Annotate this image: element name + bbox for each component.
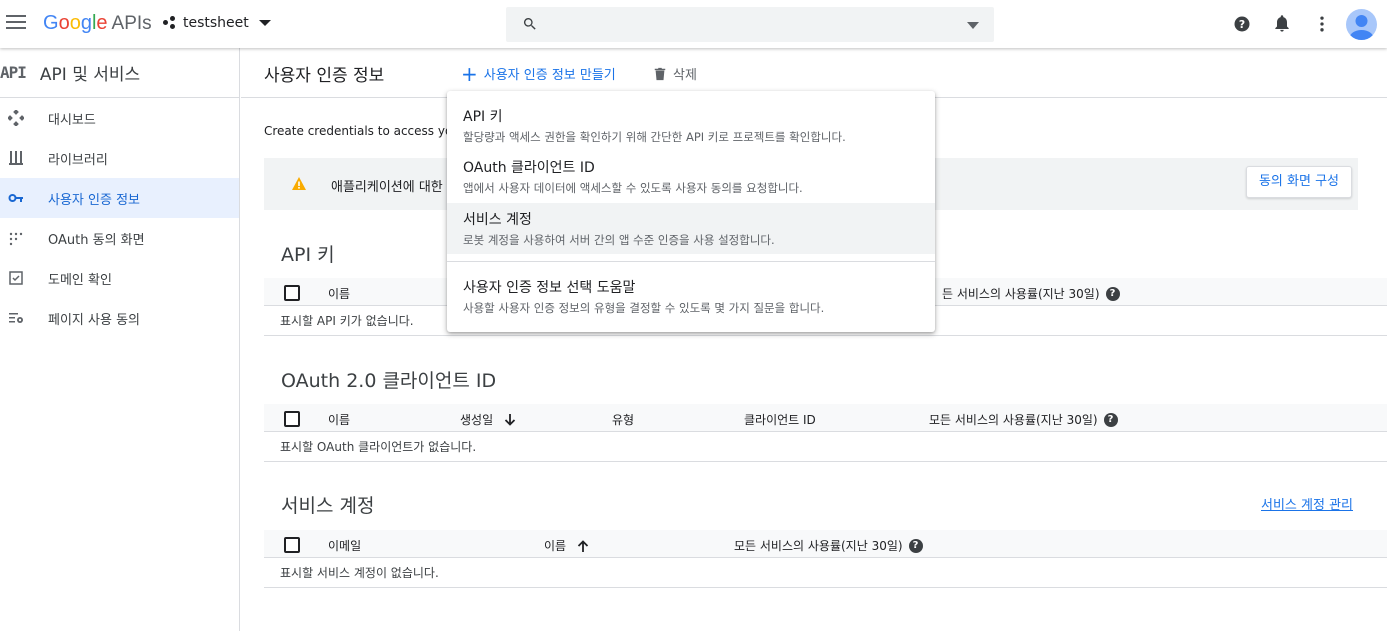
manage-service-accounts-link[interactable]: 서비스 계정 관리	[1261, 494, 1353, 513]
sidebar-title: API 및 서비스	[39, 65, 141, 85]
menu-item-help-me-choose[interactable]: 사용자 인증 정보 선택 도움말 사용할 사용자 인증 정보의 유형을 결정할 …	[447, 271, 935, 327]
domain-check-icon	[8, 270, 24, 286]
avatar[interactable]	[1346, 9, 1377, 40]
create-credentials-menu: API 키 할당량과 액세스 권한을 확인하기 위해 간단한 API 키로 프로…	[447, 91, 935, 332]
more-vert-icon[interactable]	[1312, 14, 1332, 34]
sidebar-item-library[interactable]: 라이브러리	[0, 138, 239, 178]
select-all-checkbox[interactable]	[284, 285, 300, 301]
delete-button[interactable]: 삭제	[653, 64, 697, 83]
google-apis-logo[interactable]: Google APIs	[43, 12, 152, 35]
dashboard-icon	[8, 110, 24, 126]
sidebar: API API 및 서비스 대시보드 라이브러리 사용자 인증 정보 OAuth…	[0, 48, 240, 631]
help-icon[interactable]: ?	[1103, 412, 1118, 427]
delete-label: 삭제	[673, 68, 697, 83]
search-icon	[523, 18, 536, 30]
banner-text: 애플리케이션에 대한	[331, 180, 443, 195]
column-name-label: 이름	[544, 539, 567, 553]
menu-item-desc: 앱에서 사용자 데이터에 액세스할 수 있도록 사용자 동의를 요청합니다.	[463, 181, 803, 195]
library-icon	[8, 150, 24, 166]
search-dropdown-icon[interactable]	[967, 22, 979, 29]
trash-icon	[654, 67, 666, 80]
column-email[interactable]: 이메일	[328, 537, 361, 554]
project-icon	[163, 16, 177, 30]
sidebar-item-label: 도메인 확인	[48, 272, 112, 288]
plus-icon: +	[461, 61, 478, 86]
menu-item-title: OAuth 클라이언트 ID	[463, 160, 595, 176]
key-icon	[8, 190, 24, 206]
arrow-down-icon	[504, 413, 516, 426]
column-usage: 든 서비스의 사용률(지난 30일)?	[942, 285, 1120, 302]
menu-item-oauth-client-id[interactable]: OAuth 클라이언트 ID 앱에서 사용자 데이터에 액세스할 수 있도록 사…	[447, 142, 935, 195]
menu-item-desc: 사용할 사용자 인증 정보의 유형을 결정할 수 있도록 몇 가지 질문을 합니…	[463, 301, 825, 315]
select-all-checkbox[interactable]	[284, 411, 300, 427]
column-name[interactable]: 이름	[544, 537, 590, 554]
arrow-up-icon	[577, 539, 589, 552]
menu-item-api-key[interactable]: API 키 할당량과 액세스 권한을 확인하기 위해 간단한 API 키로 프로…	[447, 91, 935, 144]
oauth-title: OAuth 2.0 클라이언트 ID	[281, 370, 497, 392]
menu-item-desc: 로봇 계정을 사용하여 서버 간의 앱 수준 인증을 사용 설정합니다.	[463, 233, 775, 247]
menu-item-title: API 키	[463, 109, 503, 125]
sidebar-item-dashboard[interactable]: 대시보드	[0, 98, 239, 138]
project-name: testsheet	[183, 15, 249, 31]
help-icon[interactable]: ?	[1105, 286, 1120, 301]
menu-item-title: 서비스 계정	[463, 212, 532, 228]
project-selector[interactable]: testsheet	[163, 15, 271, 31]
sidebar-item-label: 대시보드	[48, 112, 96, 128]
page-title: 사용자 인증 정보	[264, 66, 385, 86]
menu-divider	[447, 261, 935, 262]
column-type[interactable]: 유형	[612, 411, 634, 428]
sidebar-header: API API 및 서비스	[0, 48, 239, 98]
sidebar-item-oauth-consent[interactable]: OAuth 동의 화면	[0, 218, 239, 258]
search-input[interactable]	[506, 7, 994, 42]
column-usage-label: 모든 서비스의 사용률(지난 30일)	[734, 539, 903, 553]
column-created-label: 생성일	[460, 413, 494, 427]
column-usage: 모든 서비스의 사용률(지난 30일)?	[734, 537, 923, 554]
sidebar-item-label: OAuth 동의 화면	[48, 232, 145, 248]
sidebar-item-credentials[interactable]: 사용자 인증 정보	[0, 178, 239, 218]
configure-consent-button[interactable]: 동의 화면 구성	[1245, 166, 1352, 198]
sidebar-item-label: 사용자 인증 정보	[48, 192, 140, 208]
sidebar-item-page-consent[interactable]: 페이지 사용 동의	[0, 298, 239, 338]
service-accounts-title: 서비스 계정	[281, 495, 375, 517]
create-credentials-label: 사용자 인증 정보 만들기	[483, 68, 616, 83]
oauth-empty: 표시할 OAuth 클라이언트가 없습니다.	[264, 433, 1387, 462]
svg-text:?: ?	[1239, 18, 1245, 31]
chevron-down-icon	[258, 20, 271, 26]
sidebar-item-label: 페이지 사용 동의	[48, 312, 140, 328]
create-credentials-button[interactable]: + 사용자 인증 정보 만들기	[461, 61, 616, 86]
top-app-bar: Google APIs testsheet ?	[0, 0, 1387, 48]
service-accounts-table-header: 이메일 이름 모든 서비스의 사용률(지난 30일)?	[264, 530, 1387, 558]
help-icon[interactable]: ?	[1232, 14, 1252, 34]
api-keys-title: API 키	[281, 244, 335, 266]
menu-item-service-account[interactable]: 서비스 계정 로봇 계정을 사용하여 서버 간의 앱 수준 인증을 사용 설정합…	[447, 203, 935, 254]
credentials-description: Create credentials to access you	[264, 124, 460, 138]
select-all-checkbox[interactable]	[284, 537, 300, 553]
page-consent-icon	[8, 310, 24, 326]
column-name[interactable]: 이름	[328, 285, 350, 302]
oauth-table-header: 이름 생성일 유형 클라이언트 ID 모든 서비스의 사용률(지난 30일)?	[264, 404, 1387, 432]
column-name[interactable]: 이름	[328, 411, 350, 428]
sidebar-item-domain-verification[interactable]: 도메인 확인	[0, 258, 239, 298]
column-usage: 모든 서비스의 사용률(지난 30일)?	[929, 411, 1118, 428]
column-usage-label: 든 서비스의 사용률(지난 30일)	[942, 287, 1100, 301]
sidebar-item-label: 라이브러리	[48, 152, 108, 168]
help-icon[interactable]: ?	[908, 538, 923, 553]
api-badge: API	[0, 63, 27, 82]
notifications-icon[interactable]	[1272, 14, 1292, 34]
service-accounts-empty: 표시할 서비스 계정이 없습니다.	[264, 559, 1387, 588]
column-created[interactable]: 생성일	[460, 411, 517, 428]
consent-icon	[8, 230, 24, 246]
column-usage-label: 모든 서비스의 사용률(지난 30일)	[929, 413, 1098, 427]
warning-icon	[292, 177, 306, 190]
menu-item-title: 사용자 인증 정보 선택 도움말	[463, 280, 636, 296]
menu-icon[interactable]	[6, 15, 26, 33]
column-client-id[interactable]: 클라이언트 ID	[744, 411, 816, 428]
